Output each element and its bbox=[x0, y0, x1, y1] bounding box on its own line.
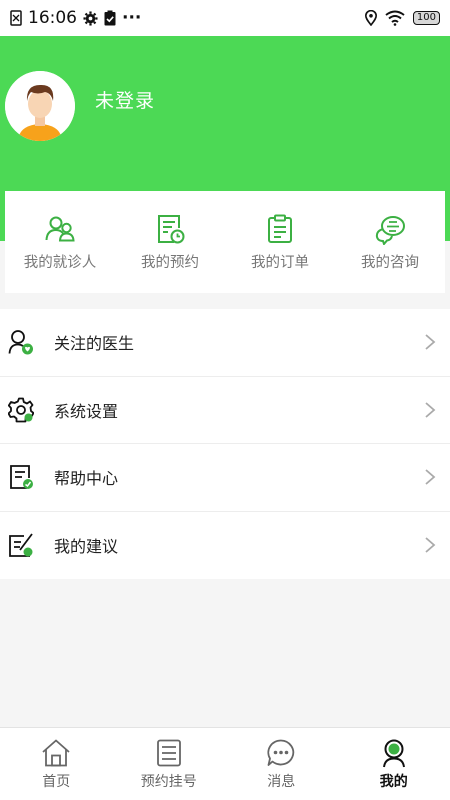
chevron-right-icon bbox=[425, 469, 436, 485]
tab-profile[interactable]: 我的 bbox=[338, 728, 450, 800]
bottom-tab-bar: 首页 预约挂号 消息 我的 bbox=[0, 727, 450, 800]
menu-item-system-settings[interactable]: 系统设置 bbox=[0, 377, 450, 444]
settings-icon bbox=[8, 397, 34, 423]
settings-menu: 关注的医生 系统设置 帮助中心 我的建议 bbox=[0, 309, 450, 579]
menu-label: 系统设置 bbox=[54, 401, 119, 421]
help-icon bbox=[10, 465, 33, 490]
login-status-text[interactable]: 未登录 bbox=[95, 86, 155, 113]
orders-icon bbox=[268, 214, 292, 243]
tab-register[interactable]: 预约挂号 bbox=[113, 728, 226, 800]
status-bar: 16:06 ··· 100 bbox=[0, 0, 450, 36]
default-avatar-icon bbox=[5, 71, 75, 141]
quick-my-consultations[interactable]: 我的咨询 bbox=[335, 191, 445, 293]
chevron-right-icon bbox=[425, 334, 436, 350]
wifi-icon bbox=[385, 10, 405, 26]
location-icon bbox=[364, 10, 377, 26]
patients-icon bbox=[45, 216, 75, 241]
profile-icon bbox=[382, 739, 405, 767]
status-time: 16:06 bbox=[28, 8, 77, 28]
quick-my-orders[interactable]: 我的订单 bbox=[225, 191, 335, 293]
message-icon bbox=[267, 739, 295, 766]
clipboard-check-icon bbox=[104, 10, 116, 26]
tab-label: 消息 bbox=[267, 773, 296, 790]
menu-item-help-center[interactable]: 帮助中心 bbox=[0, 444, 450, 512]
quick-label: 我的订单 bbox=[251, 254, 309, 271]
status-more-dots: ··· bbox=[122, 8, 142, 28]
followed-doctor-icon bbox=[8, 330, 33, 355]
quick-label: 我的就诊人 bbox=[23, 254, 97, 271]
chevron-right-icon bbox=[425, 402, 436, 418]
quick-label: 我的咨询 bbox=[361, 254, 419, 271]
avatar[interactable] bbox=[5, 71, 75, 141]
menu-label: 关注的医生 bbox=[54, 334, 135, 354]
battery-indicator: 100 bbox=[412, 11, 440, 25]
quick-my-appointments[interactable]: 我的预约 bbox=[115, 191, 225, 293]
tab-label: 预约挂号 bbox=[140, 773, 197, 790]
tab-label: 首页 bbox=[42, 773, 71, 790]
register-icon bbox=[156, 739, 181, 766]
suggestion-icon bbox=[9, 533, 33, 558]
appointment-icon bbox=[158, 214, 185, 243]
quick-my-patients[interactable]: 我的就诊人 bbox=[5, 191, 115, 293]
no-sim-icon bbox=[10, 10, 22, 26]
menu-item-my-suggestions[interactable]: 我的建议 bbox=[0, 512, 450, 580]
menu-item-followed-doctors[interactable]: 关注的医生 bbox=[0, 309, 450, 377]
tab-messages[interactable]: 消息 bbox=[225, 728, 338, 800]
menu-label: 我的建议 bbox=[54, 537, 119, 557]
menu-label: 帮助中心 bbox=[54, 469, 119, 489]
quick-actions-card: 我的就诊人 我的预约 我的订单 我的咨询 bbox=[5, 191, 445, 293]
consult-icon bbox=[375, 215, 405, 245]
tab-label: 我的 bbox=[379, 773, 408, 790]
home-icon bbox=[42, 739, 70, 766]
quick-label: 我的预约 bbox=[141, 254, 199, 271]
chevron-right-icon bbox=[425, 537, 436, 553]
gear-icon bbox=[83, 10, 98, 26]
tab-home[interactable]: 首页 bbox=[0, 728, 113, 800]
